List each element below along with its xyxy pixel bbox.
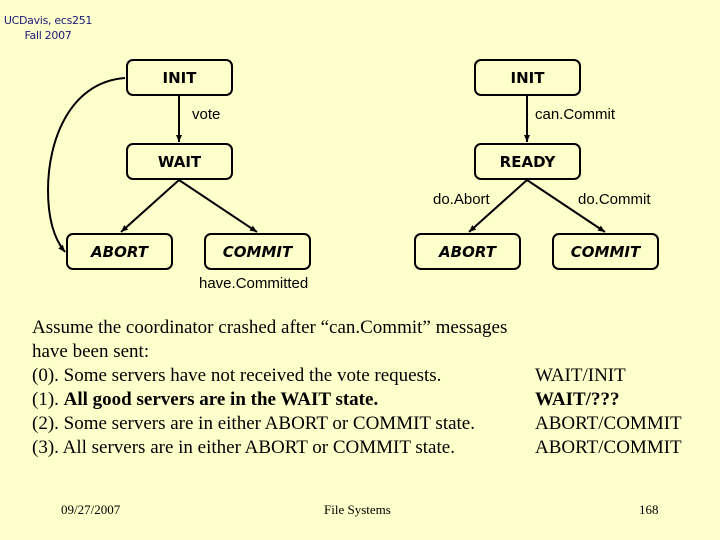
case-2-prefix: (2). xyxy=(32,413,64,434)
edge-wait-to-commit xyxy=(178,179,258,233)
case-0-text: Some servers have not received the vote … xyxy=(63,365,442,386)
case-3: (3). All servers are in either ABORT or … xyxy=(32,436,507,460)
state-coordinator-wait: WAIT xyxy=(126,143,233,180)
answer-2: ABORT/COMMIT xyxy=(535,413,682,434)
case-2-text: Some servers are in either ABORT or COMM… xyxy=(63,413,475,434)
case-answers: WAIT/INIT WAIT/??? ABORT/COMMIT ABORT/CO… xyxy=(535,364,682,460)
case-1-text: All good servers are in the WAIT state. xyxy=(63,389,379,410)
state-participant-ready: READY xyxy=(474,143,581,180)
footer-title: File Systems xyxy=(324,502,391,517)
footer-page-number: 168 xyxy=(639,502,659,517)
case-3-text: All servers are in either ABORT or COMMI… xyxy=(62,437,455,458)
intro-line-1: Assume the coordinator crashed after “ca… xyxy=(32,317,508,338)
scenario-text: Assume the coordinator crashed after “ca… xyxy=(32,316,507,460)
case-1: (1). All good servers are in the WAIT st… xyxy=(32,388,507,412)
state-coordinator-init: INIT xyxy=(126,59,233,96)
answer-3: ABORT/COMMIT xyxy=(535,437,682,458)
edge-label-do-abort: do.Abort xyxy=(433,191,490,208)
state-participant-init: INIT xyxy=(474,59,581,96)
state-coordinator-abort: ABORT xyxy=(66,233,173,270)
state-participant-commit: COMMIT xyxy=(552,233,659,270)
case-0-prefix: (0). xyxy=(32,365,64,386)
edge-init-to-abort xyxy=(46,77,126,253)
state-coordinator-commit: COMMIT xyxy=(204,233,311,270)
case-3-prefix: (3). xyxy=(32,437,63,458)
case-0: (0). Some servers have not received the … xyxy=(32,364,507,388)
case-1-prefix: (1). xyxy=(32,389,64,410)
answer-1: WAIT/??? xyxy=(535,389,620,410)
edge-wait-to-abort xyxy=(120,179,180,233)
case-2: (2). Some servers are in either ABORT or… xyxy=(32,412,507,436)
edge-label-vote: vote xyxy=(192,106,221,123)
footer-date: 09/27/2007 xyxy=(61,502,121,517)
state-participant-abort: ABORT xyxy=(414,233,521,270)
edge-label-can-commit: can.Commit xyxy=(535,106,616,123)
label-have-committed: have.Committed xyxy=(199,275,309,292)
intro-line-2: have been sent: xyxy=(32,341,150,362)
answer-0: WAIT/INIT xyxy=(535,365,626,386)
edge-label-do-commit: do.Commit xyxy=(578,191,651,208)
